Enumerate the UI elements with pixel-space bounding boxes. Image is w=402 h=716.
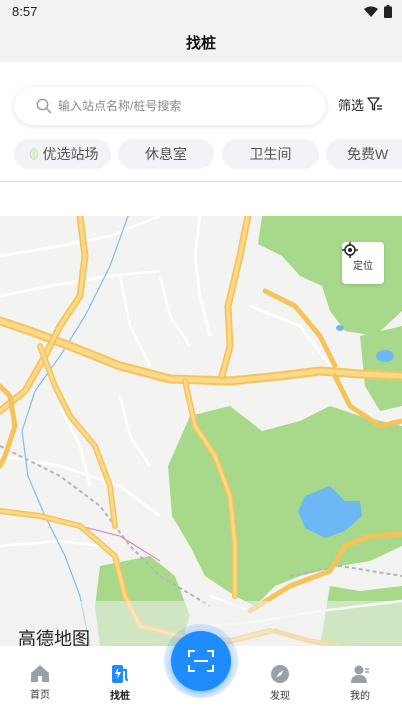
locate-icon (342, 242, 358, 258)
scan-button[interactable] (171, 631, 231, 691)
map-road (0, 216, 89, 415)
map-road (38, 344, 117, 528)
spacer (0, 182, 402, 216)
map-road (262, 288, 338, 369)
search-box[interactable] (14, 87, 326, 125)
filter-button[interactable]: 筛选 (338, 95, 383, 114)
status-time: 8:57 (12, 4, 38, 19)
home-icon (31, 665, 49, 682)
chip-preferred-station[interactable]: 优选站场 (14, 139, 111, 169)
chip-label: 优选站场 (42, 146, 99, 162)
chip-free-wifi[interactable]: 免费W (326, 139, 402, 169)
leaf-icon (29, 147, 38, 161)
tab-label: 发现 (270, 691, 290, 702)
tab-label: 找桩 (110, 691, 130, 702)
tab-home[interactable]: 首页 (0, 646, 80, 706)
map-water (336, 325, 344, 331)
chip-label: 休息室 (145, 146, 187, 162)
scan-icon (188, 650, 214, 672)
tab-mine[interactable]: 我的 (320, 646, 400, 706)
map-road (0, 383, 18, 469)
status-bar: 8:57 (0, 0, 402, 24)
search-input[interactable] (58, 87, 318, 125)
chip-label: 卫生间 (249, 146, 292, 162)
filter-icon (367, 97, 383, 111)
tab-discover[interactable]: 发现 (240, 646, 320, 706)
wifi-icon (364, 6, 378, 17)
tab-label: 首页 (30, 690, 50, 701)
map-water (376, 350, 394, 362)
locate-button[interactable]: 定位 (342, 242, 384, 284)
battery-icon (384, 5, 392, 18)
tab-label: 我的 (350, 691, 370, 702)
page-title: 找桩 (185, 35, 216, 52)
title-bar: 找桩 (0, 24, 402, 62)
chip-lounge[interactable]: 休息室 (118, 139, 214, 169)
map-provider-logo: 高德地图 (18, 629, 90, 646)
status-icons (364, 5, 392, 18)
search-panel: 筛选 优选站场 休息室 卫生间 免费W (0, 62, 402, 182)
search-icon (36, 98, 52, 114)
chip-label: 免费W (347, 146, 389, 162)
map-route (0, 510, 161, 562)
tab-find-pile[interactable]: 找桩 (80, 646, 160, 706)
map-park (360, 326, 402, 411)
chip-restroom[interactable]: 卫生间 (222, 139, 319, 169)
charging-pile-icon (112, 665, 129, 683)
user-icon (351, 665, 369, 683)
locate-label: 定位 (353, 260, 373, 272)
filter-label: 筛选 (338, 98, 365, 113)
feature-chips: 优选站场 休息室 卫生间 免费W (14, 139, 402, 169)
map-view[interactable]: 定位 高德地图 (0, 216, 402, 646)
compass-icon (271, 665, 289, 683)
